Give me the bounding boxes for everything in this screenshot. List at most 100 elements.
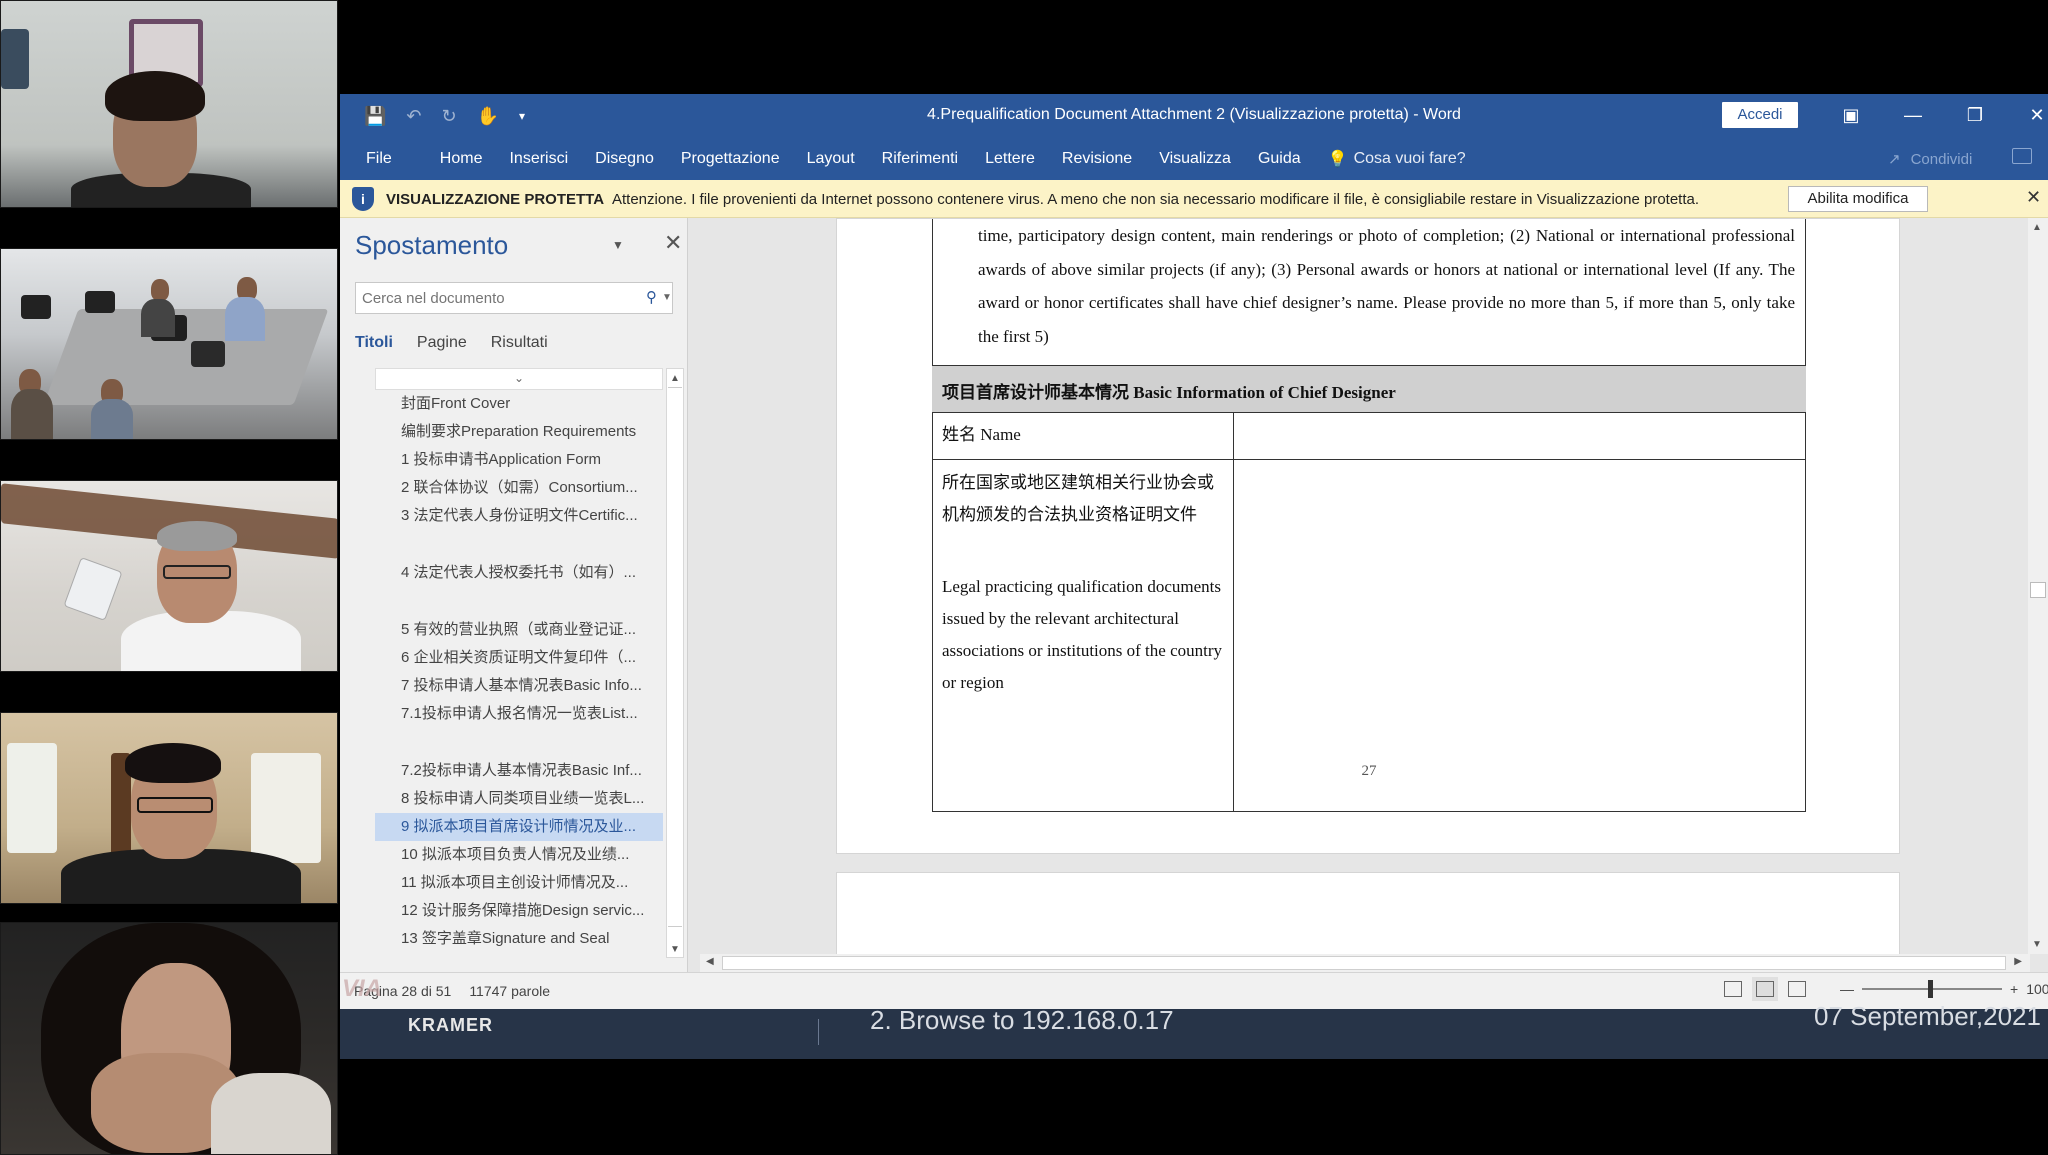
nav-tab-pages[interactable]: Pagine (417, 334, 467, 352)
protected-view-title: VISUALIZZAZIONE PROTETTA (386, 191, 605, 208)
tab-references[interactable]: Riferimenti (882, 150, 958, 168)
banner-date: 07 September,2021 (1814, 1001, 2041, 1031)
tab-insert[interactable]: Inserisci (509, 150, 568, 168)
search-input[interactable] (356, 283, 616, 313)
close-window-icon[interactable]: ✕ (2006, 102, 2048, 128)
lightbulb-icon: 💡 (1327, 151, 1348, 168)
tell-me-box[interactable]: 💡 Cosa vuoi fare? (1328, 149, 1466, 169)
protected-view-message: Attenzione. I file provenienti da Intern… (612, 191, 1700, 208)
heading-item[interactable]: 11 拟派本项目主创设计师情况及... (375, 869, 663, 897)
scroll-left-icon[interactable]: ◀ (706, 956, 714, 967)
document-canvas: 项目首席设计师基本情况 Basic Information of Chief D… (688, 218, 2018, 954)
participant-tile-4[interactable] (0, 712, 338, 904)
participant-tile-2[interactable] (0, 248, 338, 440)
share-label: Condividi (1910, 150, 1973, 168)
protected-view-bar: i VISUALIZZAZIONE PROTETTA Attenzione. I… (340, 180, 2048, 218)
title-bar: 💾 ↶ ↻ ✋ ▾ 4.Prequalification Document At… (340, 94, 2048, 138)
heading-item[interactable]: 4 法定代表人授权委托书（如有）... (375, 559, 663, 587)
tab-help[interactable]: Guida (1258, 150, 1301, 168)
zoom-in-icon[interactable]: + (2010, 981, 2018, 997)
read-mode-icon[interactable] (1724, 981, 1742, 997)
nav-close-icon[interactable]: ✕ (664, 230, 682, 256)
vertical-scroll-thumb[interactable] (2030, 582, 2046, 598)
participant-tile-5[interactable] (0, 922, 338, 1155)
word-count[interactable]: 11747 parole (469, 983, 550, 999)
heading-item[interactable]: 5 有效的营业执照（或商业登记证... (375, 616, 663, 644)
scroll-right-icon[interactable]: ▶ (2014, 956, 2022, 967)
heading-item[interactable]: 编制要求Preparation Requirements (375, 418, 663, 446)
tab-design[interactable]: Progettazione (681, 150, 780, 168)
heading-item[interactable]: 1 投标申请书Application Form (375, 446, 663, 474)
window-controls: ▣ — ❐ ✕ (1820, 102, 2048, 128)
scroll-down-icon[interactable]: ▼ (2032, 939, 2042, 950)
share-button[interactable]: ↗ Condividi (1888, 150, 1973, 169)
heading-item[interactable]: 3 法定代表人身份证明文件Certific... (375, 502, 663, 530)
horizontal-scroll-thumb[interactable] (722, 956, 2006, 970)
heading-item[interactable]: 7.2投标申请人基本情况表Basic Inf... (375, 757, 663, 785)
heading-item-selected[interactable]: 9 拟派本项目首席设计师情况及业... (375, 813, 663, 841)
shield-icon: i (352, 187, 374, 211)
status-bar: Pagina 28 di 51 11747 parole — + 100% (340, 972, 2048, 1009)
participant-tile-3[interactable] (0, 480, 338, 672)
search-icon[interactable]: ⚲ (646, 288, 657, 306)
heading-item[interactable]: 13 签字盖章Signature and Seal (375, 925, 663, 953)
participant-tile-1[interactable] (0, 0, 338, 208)
ribbon-display-options-icon[interactable]: ▣ (1820, 102, 1882, 128)
via-logo: VIA (342, 975, 383, 1002)
qualification-label-cn: 所在国家或地区建筑相关行业协会或机构颁发的合法执业资格证明文件 (942, 473, 1214, 524)
kramer-logo: KRAMER (408, 1015, 493, 1035)
heading-item[interactable]: 10 拟派本项目负责人情况及业绩... (375, 841, 663, 869)
view-buttons (1724, 977, 1806, 1001)
navigation-pane: Spostamento ▼ ✕ ⚲ ▼ Titoli Pagine Risult… (340, 218, 688, 972)
ribbon-tabs: File Home Inserisci Disegno Progettazion… (340, 138, 2048, 180)
zoom-control: — + 100% (1840, 980, 2048, 998)
zoom-level[interactable]: 100% (2026, 981, 2048, 997)
heading-item[interactable]: 8 投标申请人同类项目业绩一览表L... (375, 785, 663, 813)
comments-icon[interactable] (2012, 148, 2032, 164)
tab-review[interactable]: Revisione (1062, 150, 1132, 168)
heading-item[interactable]: 2 联合体协议（如需）Consortium... (375, 474, 663, 502)
tab-layout[interactable]: Layout (807, 150, 855, 168)
heading-item[interactable]: 7 投标申请人基本情况表Basic Info... (375, 672, 663, 700)
browse-hint: 2. Browse to 192.168.0.17 (870, 1005, 1174, 1035)
document-page: 项目首席设计师基本情况 Basic Information of Chief D… (836, 218, 1900, 854)
tab-view[interactable]: Visualizza (1159, 150, 1231, 168)
nav-options-icon[interactable]: ▼ (612, 238, 624, 252)
nav-tab-headings[interactable]: Titoli (355, 334, 393, 352)
heading-item[interactable]: 6 企业相关资质证明文件复印件（... (375, 644, 663, 672)
search-options-icon[interactable]: ▼ (662, 292, 672, 303)
page-number: 27 (1361, 763, 1377, 779)
nav-tab-results[interactable]: Risultati (491, 334, 548, 352)
horizontal-scrollbar[interactable]: ◀ ▶ (700, 954, 2030, 972)
heading-item[interactable]: 12 设计服务保障措施Design servic... (375, 897, 663, 925)
scroll-up-icon[interactable]: ▲ (670, 373, 680, 384)
qualification-label-en: Legal practicing qualification documents… (942, 577, 1222, 692)
heading-item[interactable]: 7.1投标申请人报名情况一览表List... (375, 700, 663, 728)
scroll-down-icon[interactable]: ▼ (670, 944, 680, 955)
restore-icon[interactable]: ❐ (1944, 102, 2006, 128)
web-layout-icon[interactable] (1788, 981, 1806, 997)
name-label: 姓名 Name (942, 425, 1021, 444)
collapse-all-icon[interactable]: ⌄ (375, 368, 663, 390)
kramer-banner: KRAMER 2. Browse to 192.168.0.17 07 Sept… (340, 1001, 2048, 1059)
zoom-out-icon[interactable]: — (1840, 981, 1854, 997)
table-section-header: 项目首席设计师基本情况 Basic Information of Chief D… (932, 365, 1806, 413)
print-layout-icon[interactable] (1752, 977, 1778, 1001)
enable-editing-button[interactable]: Abilita modifica (1788, 186, 1928, 212)
minimize-icon[interactable]: — (1882, 102, 1944, 128)
tab-home[interactable]: Home (440, 150, 483, 168)
share-icon: ↗ (1888, 151, 1901, 168)
vertical-scrollbar[interactable]: ▲ ▼ (2028, 218, 2048, 954)
section-header-text: 项目首席设计师基本情况 Basic Information of Chief D… (942, 383, 1396, 402)
nav-scroll-thumb[interactable] (668, 387, 682, 927)
sign-in-button[interactable]: Accedi (1722, 102, 1798, 128)
tab-draw[interactable]: Disegno (595, 150, 654, 168)
tab-mailings[interactable]: Lettere (985, 150, 1035, 168)
tab-file[interactable]: File (366, 150, 392, 168)
nav-search-box: ⚲ ▼ (355, 282, 673, 314)
scroll-up-icon[interactable]: ▲ (2032, 222, 2042, 233)
close-message-icon[interactable]: ✕ (2026, 187, 2041, 208)
zoom-slider[interactable] (1862, 980, 2002, 998)
nav-scrollbar[interactable]: ▲ ▼ (666, 368, 684, 958)
heading-item[interactable]: 封面Front Cover (375, 390, 663, 418)
